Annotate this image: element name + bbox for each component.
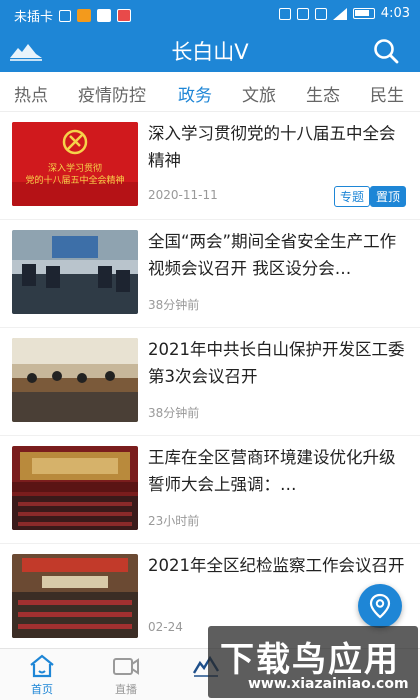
news-time: 2020-11-11 <box>148 188 218 202</box>
page-title: 长白山V <box>171 40 249 64</box>
news-thumbnail <box>12 446 138 530</box>
battery-icon <box>352 8 375 19</box>
tab-government[interactable]: 政务 <box>178 81 212 106</box>
top-bar: 未插卡 4:03 长白山V <box>0 0 420 72</box>
location-button[interactable] <box>358 584 402 628</box>
news-thumbnail <box>12 230 138 314</box>
news-item[interactable]: 王库在全区营商环境建设优化升级誓师大会上强调：… 23小时前 <box>0 436 420 544</box>
status-bar: 未插卡 4:03 <box>0 0 420 28</box>
news-thumbnail <box>12 338 138 422</box>
watermark-text: 下载鸟应用 <box>220 640 400 680</box>
video-camera-icon <box>113 658 139 675</box>
news-item[interactable]: 深入学习贯彻 党的十八届五中全会精神 深入学习贯彻党的十八届五中全会精神 202… <box>0 112 420 220</box>
thumbnail-caption-line1: 深入学习贯彻 <box>48 162 102 174</box>
news-item[interactable]: 2021年中共长白山保护开发区工委第3次会议召开 38分钟前 <box>0 328 420 436</box>
news-thumbnail: 深入学习贯彻 党的十八届五中全会精神 <box>12 122 138 206</box>
news-time: 38分钟前 <box>148 298 200 312</box>
nav-home-label: 首页 <box>31 683 53 696</box>
sim-icon <box>59 9 72 22</box>
nav-home[interactable]: 首页 <box>12 653 72 697</box>
search-icon[interactable] <box>372 37 400 65</box>
thumbnail-caption-line2: 党的十八届五中全会精神 <box>25 174 124 186</box>
news-time: 38分钟前 <box>148 406 200 420</box>
news-title: 2021年中共长白山保护开发区工委第3次会议召开 <box>148 340 405 386</box>
tab-epidemic[interactable]: 疫情防控 <box>78 81 146 106</box>
topic-badge: 专题 <box>333 186 370 207</box>
notification-app-icon <box>77 9 92 22</box>
tab-hot[interactable]: 热点 <box>14 81 48 106</box>
message-icon <box>97 9 112 22</box>
location-pin-icon <box>369 593 391 619</box>
wifi-icon <box>332 7 347 20</box>
news-time: 02-24 <box>148 620 183 634</box>
news-thumbnail <box>12 554 138 638</box>
news-title: 2021年全区纪检监察工作会议召开 <box>148 556 405 575</box>
vibrate-icon <box>314 7 327 20</box>
bluetooth-icon <box>296 7 309 20</box>
news-item[interactable]: 全国“两会”期间全省安全生产工作视频会议召开 我区设分会… 38分钟前 <box>0 220 420 328</box>
category-tabs: 热点 疫情防控 政务 文旅 生态 民生 <box>0 72 420 112</box>
home-icon <box>30 654 54 678</box>
status-time: 4:03 <box>380 6 410 21</box>
nav-live[interactable]: 直播 <box>96 653 156 697</box>
tab-livelihood[interactable]: 民生 <box>370 81 404 106</box>
notification-badge-icon <box>117 9 132 22</box>
news-title: 深入学习贯彻党的十八届五中全会精神 <box>148 124 396 170</box>
tab-ecology[interactable]: 生态 <box>306 81 340 106</box>
nfc-icon <box>278 7 291 20</box>
party-emblem-icon: 深入学习贯彻 党的十八届五中全会精神 <box>12 122 138 206</box>
tab-culture-travel[interactable]: 文旅 <box>242 81 276 106</box>
site-watermark: 下载鸟应用 www.xiazainiao.com <box>208 626 418 698</box>
watermark-url: www.xiazainiao.com <box>248 676 409 692</box>
carrier-label: 未插卡 <box>14 10 54 25</box>
pinned-badge: 置顶 <box>369 186 406 207</box>
app-header: 长白山V <box>0 28 420 72</box>
news-time: 23小时前 <box>148 514 200 528</box>
news-title: 全国“两会”期间全省安全生产工作视频会议召开 我区设分会… <box>148 232 397 278</box>
news-title: 王库在全区营商环境建设优化升级誓师大会上强调：… <box>148 448 396 494</box>
nav-live-label: 直播 <box>115 683 137 696</box>
